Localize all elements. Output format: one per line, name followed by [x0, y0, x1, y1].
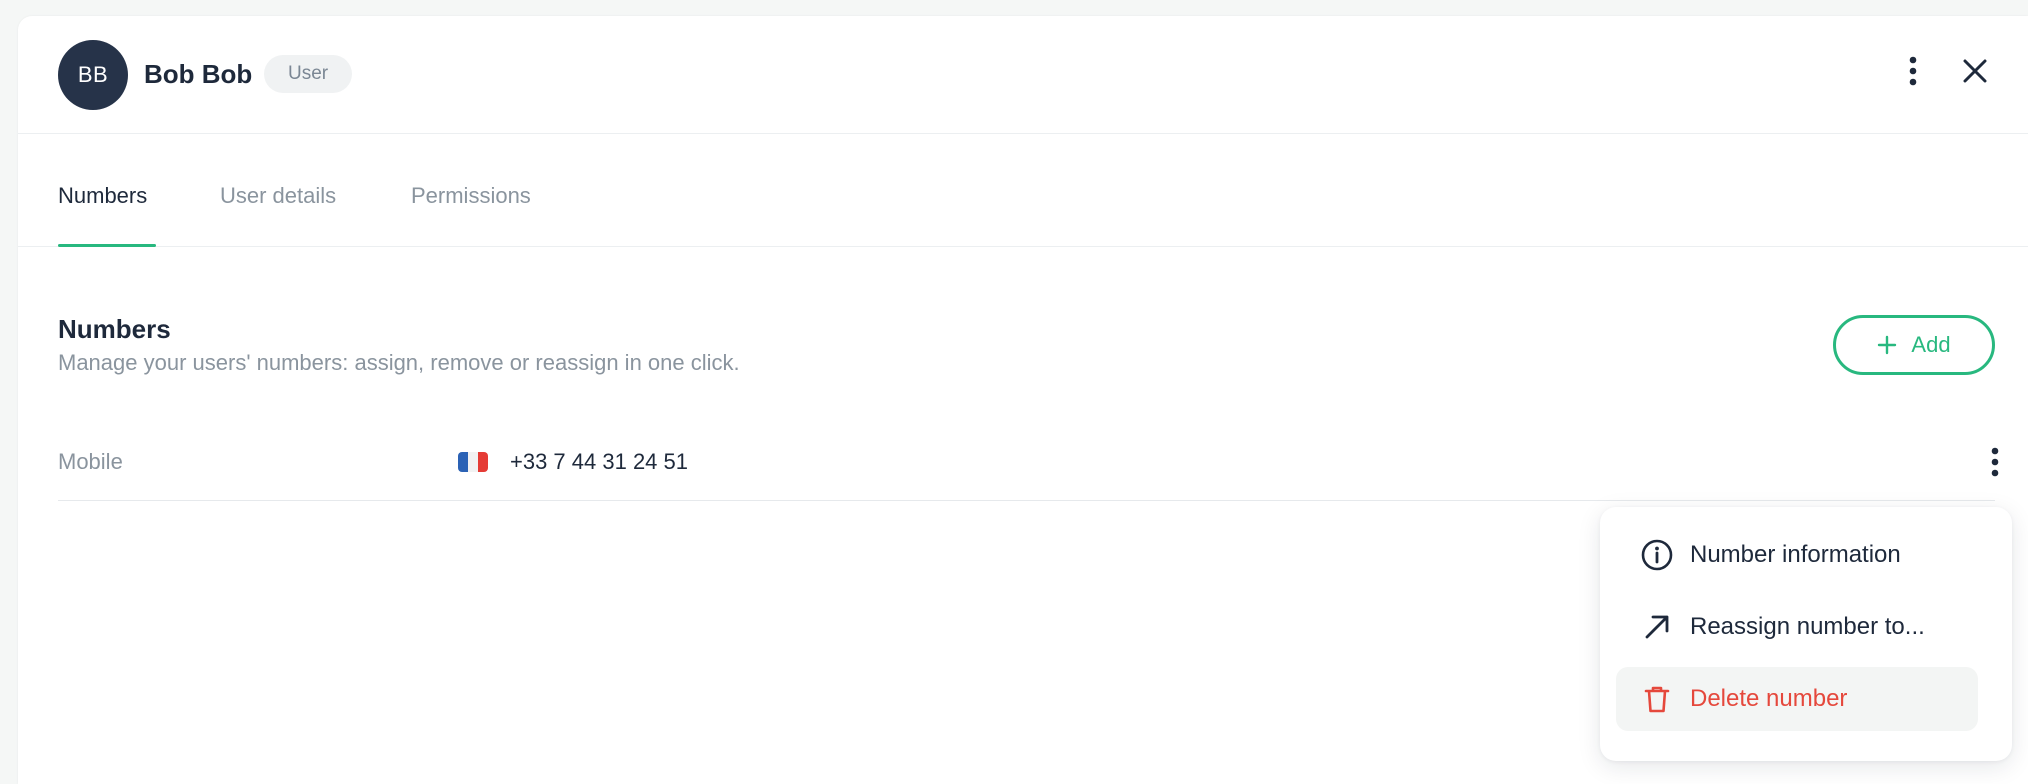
close-button[interactable] — [1958, 54, 1992, 88]
menu-item-delete-number[interactable]: Delete number — [1616, 667, 1978, 731]
menu-item-number-information[interactable]: Number information — [1616, 523, 1978, 587]
tab-permissions[interactable]: Permissions — [411, 183, 531, 209]
tab-bar: Numbers User details Permissions — [18, 134, 2028, 247]
avatar: BB — [58, 40, 128, 110]
menu-item-label: Delete number — [1690, 685, 1848, 712]
user-panel: BB Bob Bob User Numbers User details Per… — [18, 16, 2028, 784]
section-description: Manage your users' numbers: assign, remo… — [58, 350, 740, 375]
tab-numbers[interactable]: Numbers — [58, 183, 147, 209]
header-more-button[interactable] — [1898, 54, 1928, 88]
more-vertical-icon — [1909, 56, 1917, 86]
active-tab-indicator — [58, 244, 156, 247]
add-button-label: Add — [1911, 332, 1951, 357]
menu-item-label: Number information — [1690, 541, 1901, 568]
role-badge-label: User — [288, 63, 329, 84]
more-vertical-icon — [1991, 447, 1999, 477]
arrow-up-right-icon — [1640, 610, 1674, 644]
panel-header: BB Bob Bob User — [18, 16, 2028, 134]
plus-icon — [1878, 335, 1897, 355]
add-number-button[interactable]: Add — [1833, 315, 1995, 375]
row-actions-menu: Number information Reassign number to...… — [1600, 507, 2012, 761]
role-badge: User — [264, 55, 353, 93]
phone-number: +33 7 44 31 24 51 — [510, 449, 688, 474]
table-row: Mobile +33 7 44 31 24 51 — [58, 424, 1999, 501]
menu-item-reassign-number[interactable]: Reassign number to... — [1616, 595, 1978, 659]
number-type: Mobile — [58, 449, 123, 474]
menu-item-label: Reassign number to... — [1690, 613, 1925, 640]
tab-user-details[interactable]: User details — [220, 183, 336, 209]
user-name: Bob Bob — [144, 59, 253, 89]
close-icon — [1963, 59, 1987, 83]
trash-icon — [1640, 682, 1674, 716]
info-icon — [1640, 538, 1674, 572]
avatar-initials: BB — [77, 62, 109, 87]
france-flag-icon — [458, 452, 488, 472]
section-title: Numbers — [58, 314, 171, 344]
row-more-button[interactable] — [1980, 445, 2010, 479]
